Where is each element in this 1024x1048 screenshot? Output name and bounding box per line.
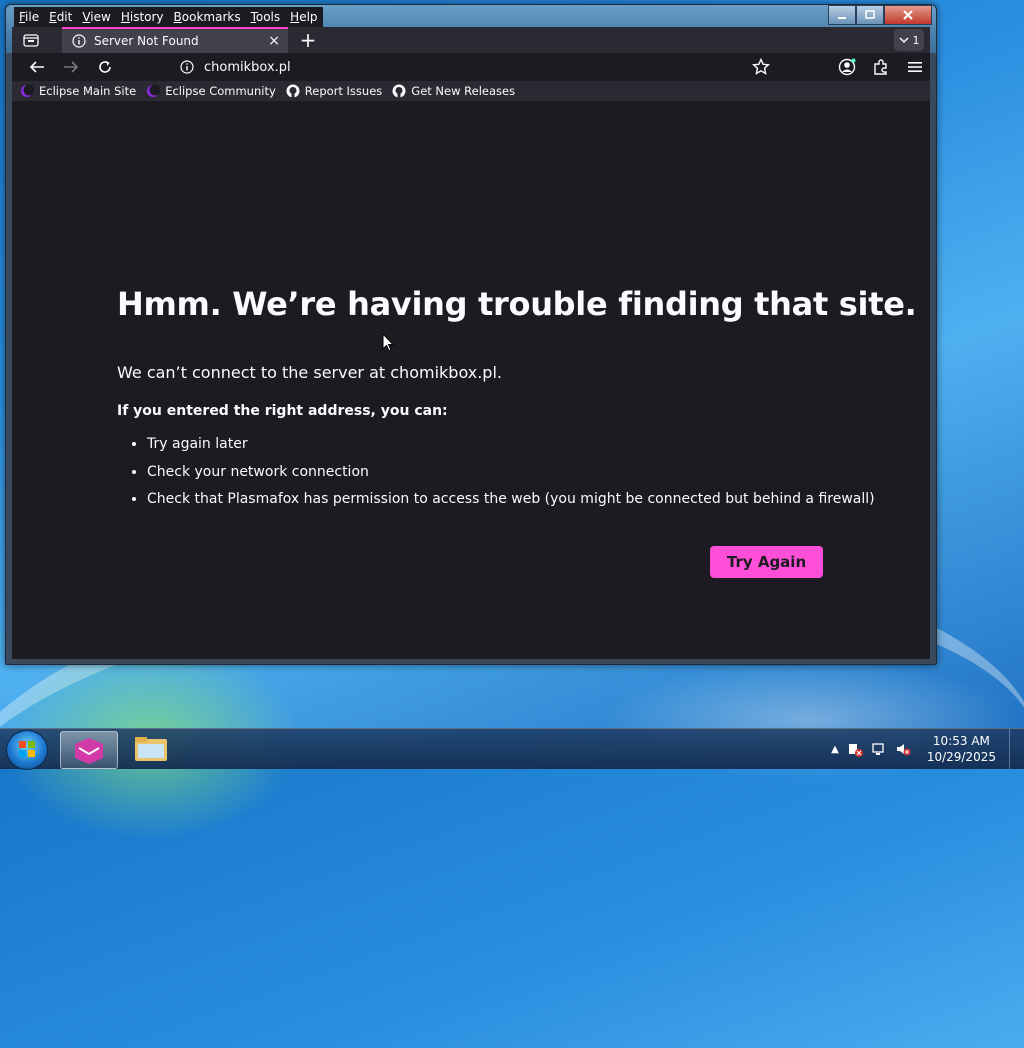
firefox-view-icon bbox=[23, 34, 39, 47]
menu-tools[interactable]: Tools bbox=[246, 7, 286, 27]
menu-bar: File Edit View History Bookmarks Tools H… bbox=[14, 7, 323, 27]
clock-time: 10:53 AM bbox=[932, 734, 990, 748]
taskbar-explorer-button[interactable] bbox=[122, 731, 178, 767]
maximize-button[interactable] bbox=[856, 5, 884, 25]
nav-bar: chomikbox.pl bbox=[12, 53, 930, 81]
minimize-icon bbox=[838, 17, 846, 19]
extensions-button[interactable] bbox=[870, 57, 892, 77]
menu-edit[interactable]: Edit bbox=[44, 7, 77, 27]
bookmark-star-button[interactable] bbox=[750, 57, 772, 77]
app-menu-button[interactable] bbox=[904, 57, 926, 77]
bookmark-eclipse-community[interactable]: Eclipse Community bbox=[146, 84, 276, 98]
reload-button[interactable] bbox=[94, 57, 116, 77]
menu-history[interactable]: History bbox=[116, 7, 169, 27]
hamburger-icon bbox=[908, 62, 922, 72]
suggestion-list: Try again later Check your network conne… bbox=[117, 435, 875, 518]
forward-arrow-icon bbox=[64, 61, 79, 73]
firefox-view-button[interactable] bbox=[18, 30, 44, 50]
info-icon bbox=[72, 34, 86, 48]
suggestion-item: Try again later bbox=[147, 435, 875, 463]
puzzle-icon bbox=[874, 59, 887, 75]
list-all-tabs-button[interactable]: 1 bbox=[894, 29, 924, 51]
try-again-button[interactable]: Try Again bbox=[710, 546, 823, 578]
close-icon bbox=[903, 10, 913, 20]
menu-view[interactable]: View bbox=[77, 7, 115, 27]
account-icon bbox=[838, 58, 856, 76]
window-controls bbox=[828, 5, 932, 25]
windows-logo-icon bbox=[19, 741, 35, 757]
back-arrow-icon bbox=[29, 61, 44, 73]
plasmafox-icon bbox=[75, 738, 103, 764]
forward-button[interactable] bbox=[60, 57, 82, 77]
eclipse-icon bbox=[20, 84, 34, 98]
taskbar-browser-button[interactable] bbox=[60, 731, 118, 769]
clock-date: 10/29/2025 bbox=[926, 750, 996, 764]
bookmarks-toolbar: Eclipse Main Site Eclipse Community Repo… bbox=[12, 81, 930, 101]
bookmark-label: Eclipse Community bbox=[165, 84, 276, 98]
menu-file[interactable]: File bbox=[14, 7, 44, 27]
network-icon bbox=[872, 743, 884, 755]
menu-help[interactable]: Help bbox=[285, 7, 322, 27]
start-button[interactable] bbox=[6, 730, 48, 770]
star-icon bbox=[752, 58, 770, 75]
account-button[interactable] bbox=[836, 57, 858, 77]
github-icon bbox=[392, 84, 406, 98]
chevron-down-icon bbox=[898, 37, 909, 44]
tab-count: 1 bbox=[912, 33, 920, 47]
close-window-button[interactable] bbox=[884, 5, 932, 25]
show-hidden-icons-button[interactable]: ▲ bbox=[831, 744, 839, 755]
github-icon bbox=[286, 84, 300, 98]
menu-bookmarks[interactable]: Bookmarks bbox=[169, 7, 246, 27]
tab-server-not-found[interactable]: Server Not Found × bbox=[62, 27, 288, 53]
error-lead: If you entered the right address, you ca… bbox=[117, 403, 448, 419]
bookmark-report-issues[interactable]: Report Issues bbox=[286, 84, 383, 98]
site-info-icon bbox=[180, 60, 194, 74]
suggestion-item: Check that Plasmafox has permission to a… bbox=[147, 490, 875, 518]
mouse-cursor-icon bbox=[382, 333, 394, 352]
back-button[interactable] bbox=[26, 57, 48, 77]
action-center-icon bbox=[848, 744, 863, 757]
bookmark-label: Eclipse Main Site bbox=[39, 84, 137, 98]
browser-window: File Edit View History Bookmarks Tools H… bbox=[5, 4, 937, 665]
tab-title: Server Not Found bbox=[94, 34, 199, 48]
error-subtitle: We can’t connect to the server at chomik… bbox=[117, 363, 502, 382]
tab-close-button[interactable]: × bbox=[268, 33, 280, 49]
tab-strip: Server Not Found × + 1 bbox=[12, 27, 930, 53]
suggestion-item: Check your network connection bbox=[147, 463, 875, 491]
page-content: Hmm. We’re having trouble finding that s… bbox=[12, 101, 930, 659]
new-tab-button[interactable]: + bbox=[296, 28, 320, 52]
reload-icon bbox=[99, 61, 111, 73]
bookmark-eclipse-main-site[interactable]: Eclipse Main Site bbox=[20, 84, 136, 98]
volume-muted-icon bbox=[896, 744, 911, 756]
bookmark-get-new-releases[interactable]: Get New Releases bbox=[392, 84, 515, 98]
url-text[interactable]: chomikbox.pl bbox=[204, 60, 291, 75]
taskbar: ▲ 10:53 AM 10/29/2025 bbox=[0, 728, 1024, 770]
clock[interactable]: 10:53 AM 10/29/2025 bbox=[927, 733, 996, 765]
eclipse-icon bbox=[146, 84, 161, 98]
show-desktop-button[interactable] bbox=[1009, 729, 1024, 769]
folder-icon bbox=[135, 737, 167, 761]
system-tray: ▲ 10:53 AM 10/29/2025 bbox=[831, 729, 996, 769]
bookmark-label: Get New Releases bbox=[411, 84, 516, 98]
url-bar[interactable]: chomikbox.pl bbox=[172, 56, 784, 78]
bookmark-label: Report Issues bbox=[304, 84, 383, 98]
error-title: Hmm. We’re having trouble finding that s… bbox=[117, 285, 917, 323]
minimize-button[interactable] bbox=[828, 5, 856, 25]
maximize-icon bbox=[865, 10, 875, 19]
